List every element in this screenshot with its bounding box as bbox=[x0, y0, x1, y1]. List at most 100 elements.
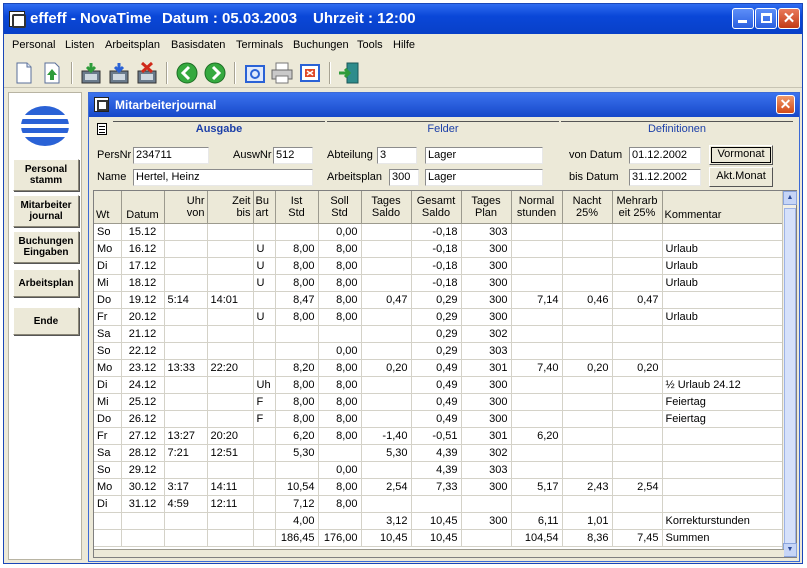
cell-datum[interactable]: 25.12 bbox=[121, 393, 165, 411]
cell-gesamt-saldo[interactable]: -0,18 bbox=[411, 274, 462, 292]
cell-kommentar[interactable] bbox=[662, 461, 783, 479]
cell-nacht-25[interactable] bbox=[562, 410, 613, 428]
cell-normalstunden[interactable] bbox=[511, 376, 563, 394]
cell-gesamt-saldo[interactable]: 10,45 bbox=[411, 512, 462, 530]
table-row[interactable]: Di 17.12 U 8,00 8,00 -0,18 300 Urlaub bbox=[94, 257, 783, 275]
menu-terminals[interactable]: Terminals bbox=[236, 39, 283, 51]
column-header-gesamt-saldo[interactable]: Gesamt Saldo bbox=[411, 191, 462, 224]
cell-wochentag[interactable] bbox=[94, 528, 122, 547]
cell-buchungsart[interactable] bbox=[253, 427, 276, 445]
cell-zeit-bis[interactable]: 20:20 bbox=[207, 427, 254, 445]
cell-buchungsart[interactable]: U bbox=[253, 308, 276, 326]
delete-icon[interactable] bbox=[135, 61, 159, 85]
cell-uhr-von[interactable] bbox=[164, 240, 208, 258]
cell-tages-plan[interactable]: 300 bbox=[461, 478, 512, 496]
cell-uhr-von[interactable] bbox=[164, 410, 208, 428]
cell-datum[interactable]: 29.12 bbox=[121, 461, 165, 479]
cell-mehrarbeit-25[interactable]: 2,54 bbox=[612, 478, 663, 496]
cell-tages-plan[interactable]: 300 bbox=[461, 308, 512, 326]
cell-buchungsart[interactable] bbox=[253, 495, 276, 513]
cell-buchungsart[interactable] bbox=[253, 461, 276, 479]
journal-title-bar[interactable]: Mitarbeiterjournal ✕ bbox=[89, 93, 799, 117]
cell-buchungsart[interactable] bbox=[253, 512, 276, 530]
cell-soll-std[interactable]: 8,00 bbox=[318, 410, 362, 428]
table-row[interactable]: Di 31.12 4:59 12:11 7,12 8,00 bbox=[94, 495, 783, 513]
cell-gesamt-saldo[interactable]: 0,29 bbox=[411, 291, 462, 309]
cell-buchungsart[interactable]: Uh bbox=[253, 376, 276, 394]
cell-tages-plan[interactable]: 300 bbox=[461, 240, 512, 258]
cell-datum[interactable]: 22.12 bbox=[121, 342, 165, 360]
cell-mehrarbeit-25[interactable] bbox=[612, 342, 663, 360]
cell-buchungsart[interactable] bbox=[253, 359, 276, 377]
cell-nacht-25[interactable] bbox=[562, 495, 613, 513]
table-row[interactable]: So 29.12 0,00 4,39 303 bbox=[94, 461, 783, 479]
cell-mehrarbeit-25[interactable] bbox=[612, 223, 663, 241]
cell-kommentar[interactable]: ½ Urlaub 24.12 bbox=[662, 376, 783, 394]
name-field[interactable]: Hertel, Heinz bbox=[133, 169, 313, 186]
cell-normalstunden[interactable] bbox=[511, 461, 563, 479]
cell-uhr-von[interactable] bbox=[164, 512, 208, 530]
cell-gesamt-saldo[interactable]: -0,18 bbox=[411, 257, 462, 275]
table-row[interactable]: So 22.12 0,00 0,29 303 bbox=[94, 342, 783, 360]
back-icon[interactable] bbox=[175, 61, 199, 85]
cell-tages-plan[interactable]: 300 bbox=[461, 512, 512, 530]
cell-soll-std[interactable]: 8,00 bbox=[318, 393, 362, 411]
cell-gesamt-saldo[interactable]: 4,39 bbox=[411, 444, 462, 462]
cell-tages-plan[interactable]: 303 bbox=[461, 461, 512, 479]
table-row[interactable]: Sa 28.12 7:21 12:51 5,30 5,30 4,39 302 bbox=[94, 444, 783, 462]
column-header-nacht-25[interactable]: Nacht 25% bbox=[562, 191, 613, 224]
cell-uhr-von[interactable]: 4:59 bbox=[164, 495, 208, 513]
tab-felder[interactable]: Felder bbox=[327, 121, 559, 138]
cell-soll-std[interactable]: 8,00 bbox=[318, 308, 362, 326]
nav-personalstamm[interactable]: Personal stamm bbox=[13, 159, 79, 191]
cell-normalstunden[interactable]: 5,17 bbox=[511, 478, 563, 496]
close-button[interactable]: ✕ bbox=[778, 8, 800, 29]
cell-soll-std[interactable]: 8,00 bbox=[318, 291, 362, 309]
cell-kommentar[interactable] bbox=[662, 495, 783, 513]
cell-ist-std[interactable]: 8,00 bbox=[275, 240, 319, 258]
abteilung-name-field[interactable]: Lager bbox=[425, 147, 543, 164]
cell-gesamt-saldo[interactable]: 0,49 bbox=[411, 359, 462, 377]
cell-mehrarbeit-25[interactable] bbox=[612, 512, 663, 530]
cell-uhr-von[interactable] bbox=[164, 308, 208, 326]
cell-tages-plan[interactable]: 301 bbox=[461, 427, 512, 445]
menu-hilfe[interactable]: Hilfe bbox=[393, 39, 415, 51]
cell-kommentar[interactable]: Urlaub bbox=[662, 257, 783, 275]
cell-gesamt-saldo[interactable]: 10,45 bbox=[411, 528, 462, 547]
cell-gesamt-saldo[interactable]: 0,29 bbox=[411, 308, 462, 326]
cell-uhr-von[interactable] bbox=[164, 257, 208, 275]
von-datum-field[interactable]: 01.12.2002 bbox=[629, 147, 701, 164]
cell-soll-std[interactable]: 8,00 bbox=[318, 257, 362, 275]
cell-wochentag[interactable]: Sa bbox=[94, 444, 122, 462]
nav-buchungen-eingaben[interactable]: Buchungen Eingaben bbox=[13, 231, 79, 263]
cell-wochentag[interactable]: Mi bbox=[94, 274, 122, 292]
cell-nacht-25[interactable] bbox=[562, 308, 613, 326]
maximize-button[interactable] bbox=[755, 8, 777, 29]
cell-buchungsart[interactable] bbox=[253, 528, 276, 547]
cell-uhr-von[interactable] bbox=[164, 223, 208, 241]
cell-tages-saldo[interactable]: 0,47 bbox=[361, 291, 412, 309]
column-header-wochentag[interactable]: Wt bbox=[94, 191, 122, 224]
cell-tages-plan[interactable] bbox=[461, 528, 512, 547]
cell-buchungsart[interactable] bbox=[253, 444, 276, 462]
cell-datum[interactable]: 24.12 bbox=[121, 376, 165, 394]
cell-ist-std[interactable]: 186,45 bbox=[275, 528, 319, 547]
cell-zeit-bis[interactable]: 12:51 bbox=[207, 444, 254, 462]
cell-nacht-25[interactable] bbox=[562, 393, 613, 411]
cell-kommentar[interactable] bbox=[662, 325, 783, 343]
cell-kommentar[interactable] bbox=[662, 478, 783, 496]
cell-buchungsart[interactable]: F bbox=[253, 410, 276, 428]
cell-gesamt-saldo[interactable]: 0,29 bbox=[411, 342, 462, 360]
menu-icon[interactable] bbox=[97, 123, 107, 135]
table-row[interactable]: Fr 20.12 U 8,00 8,00 0,29 300 Urlaub bbox=[94, 308, 783, 326]
cell-nacht-25[interactable] bbox=[562, 461, 613, 479]
cell-tages-plan[interactable]: 300 bbox=[461, 393, 512, 411]
cell-tages-saldo[interactable]: 0,20 bbox=[361, 359, 412, 377]
cell-wochentag[interactable]: Do bbox=[94, 291, 122, 309]
cell-buchungsart[interactable] bbox=[253, 291, 276, 309]
cell-gesamt-saldo[interactable]: 7,33 bbox=[411, 478, 462, 496]
close-report-icon[interactable] bbox=[298, 61, 322, 85]
cell-kommentar[interactable]: Urlaub bbox=[662, 240, 783, 258]
column-header-ist-std[interactable]: Ist Std bbox=[275, 191, 319, 224]
cell-wochentag[interactable]: Di bbox=[94, 495, 122, 513]
